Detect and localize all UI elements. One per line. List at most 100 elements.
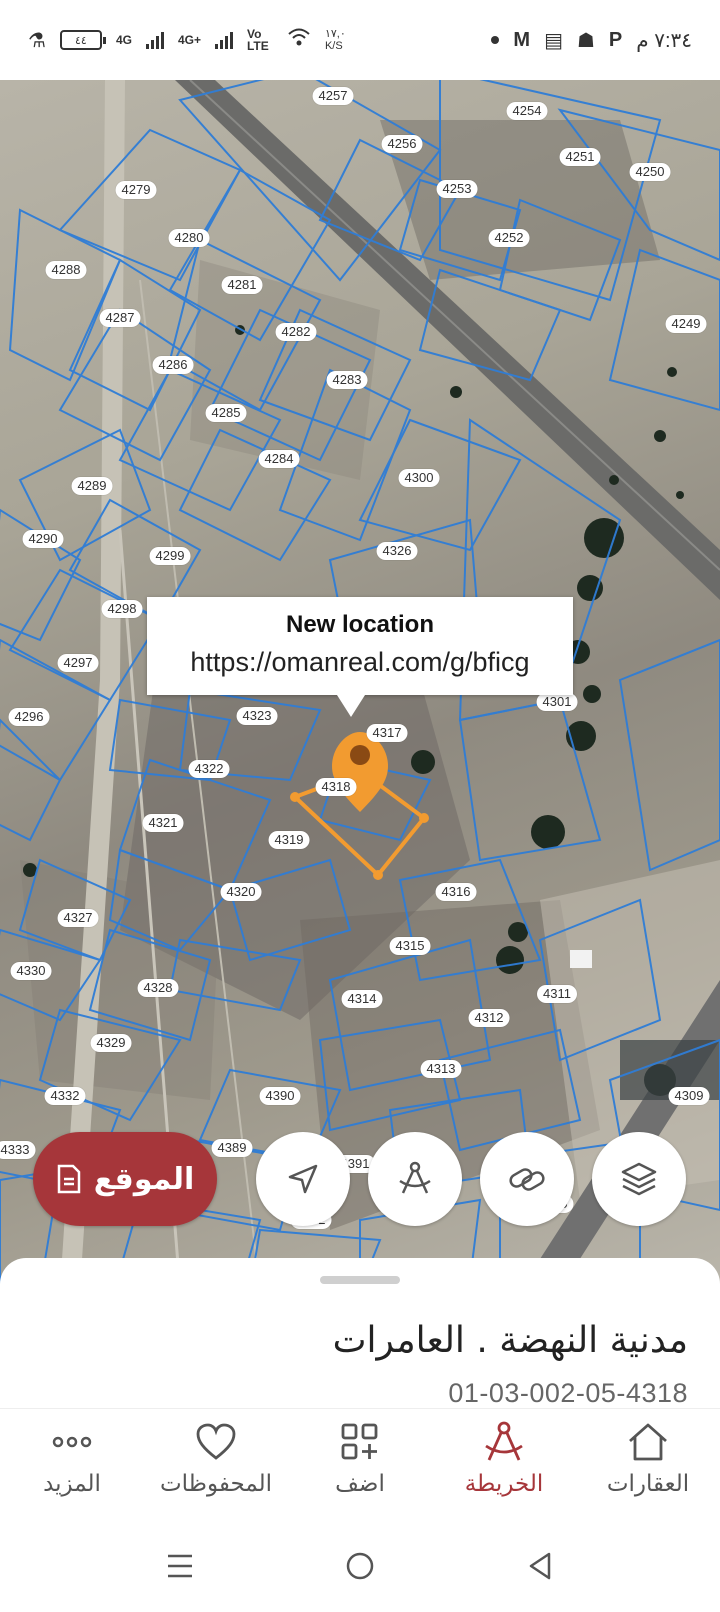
circle-home-icon — [346, 1552, 374, 1580]
parcel-label[interactable]: 4257 — [312, 87, 354, 105]
parcel-label[interactable]: 4251 — [559, 148, 601, 166]
measure-button[interactable] — [368, 1132, 462, 1226]
parcel-label[interactable]: 4285 — [205, 404, 247, 422]
parcel-label[interactable]: 4252 — [488, 229, 530, 247]
location-popup[interactable]: New location https://omanreal.com/g/bfic… — [147, 597, 573, 717]
parcel-label[interactable]: 4329 — [90, 1034, 132, 1052]
parcel-label[interactable]: 4333 — [0, 1141, 36, 1159]
heart-icon — [144, 1419, 288, 1465]
nav-label-add: اضف — [335, 1471, 385, 1497]
parcel-label[interactable]: 4332 — [44, 1087, 86, 1105]
parcel-label[interactable]: 4314 — [341, 990, 383, 1008]
parcel-label[interactable]: 4279 — [115, 181, 157, 199]
wifi-icon — [287, 27, 311, 53]
share-link-button[interactable] — [480, 1132, 574, 1226]
system-navigation-bar — [0, 1518, 720, 1612]
network-speed: ١٧,٠ K/S — [324, 28, 346, 52]
battery-icon: ٤٤ — [59, 30, 106, 50]
navigate-button[interactable] — [256, 1132, 350, 1226]
parcel-label[interactable]: 4315 — [389, 937, 431, 955]
nav-label-properties: العقارات — [606, 1471, 690, 1497]
parcel-label[interactable]: 4300 — [398, 469, 440, 487]
parcel-label[interactable]: 4316 — [435, 883, 477, 901]
map-view[interactable]: 4257 4254 4256 4251 4250 4253 4252 4279 4280 4288… — [0, 80, 720, 1290]
parcel-label[interactable]: 4283 — [326, 371, 368, 389]
add-grid-icon — [288, 1419, 432, 1465]
place-name: مدنية النهضة . العامرات — [332, 1320, 688, 1361]
nav-item-map[interactable]: الخريطة — [432, 1419, 576, 1497]
network-type-2: 4G+ — [177, 33, 201, 47]
parcel-label[interactable]: 4290 — [22, 530, 64, 548]
parcel-label[interactable]: 4390 — [259, 1087, 301, 1105]
clock: ٧:٣٤ م — [636, 29, 692, 52]
parcel-label[interactable]: 4299 — [149, 547, 191, 565]
parcel-label[interactable]: 4322 — [188, 760, 230, 778]
sheet-drag-handle[interactable] — [320, 1276, 400, 1284]
parcel-label[interactable]: 4298 — [101, 600, 143, 618]
parcel-label[interactable]: 4256 — [381, 135, 423, 153]
parcel-label[interactable]: 4284 — [258, 450, 300, 468]
nav-label-saved: المحفوظات — [159, 1471, 273, 1497]
nav-item-more[interactable]: المزيد — [0, 1419, 144, 1497]
parcel-label[interactable]: 4309 — [668, 1087, 710, 1105]
nav-label-map: الخريطة — [464, 1471, 544, 1497]
parcel-label[interactable]: 4296 — [8, 708, 50, 726]
parcel-label[interactable]: 4288 — [45, 261, 87, 279]
snapchat-icon: ☗ — [576, 29, 595, 52]
parcel-label[interactable]: 4254 — [506, 102, 548, 120]
parcel-label[interactable]: 4249 — [665, 315, 707, 333]
parcel-label[interactable]: 4287 — [99, 309, 141, 327]
parcel-label[interactable]: 4280 — [168, 229, 210, 247]
parcel-label[interactable]: 4250 — [629, 163, 671, 181]
layers-button[interactable] — [592, 1132, 686, 1226]
parcel-label[interactable]: 4313 — [420, 1060, 462, 1078]
document-icon — [57, 1164, 80, 1194]
measure-icon — [399, 1161, 431, 1194]
parcel-label[interactable]: 4297 — [57, 654, 99, 672]
popup-url[interactable]: https://omanreal.com/g/bficg — [147, 647, 573, 678]
parcel-label[interactable]: 4318 — [315, 778, 357, 796]
parcel-label[interactable]: 4326 — [376, 542, 418, 560]
parcel-label[interactable]: 4312 — [468, 1009, 510, 1027]
link-icon — [509, 1168, 545, 1191]
notification-dot-icon — [491, 36, 500, 44]
carrier-icon: P — [608, 28, 623, 51]
parcel-label[interactable]: 4330 — [10, 962, 52, 980]
layers-icon — [621, 1162, 657, 1196]
app-notification-icon: ▤ — [544, 29, 563, 52]
location-report-button[interactable]: الموقع — [33, 1132, 217, 1226]
parcel-label[interactable]: 4389 — [211, 1139, 253, 1157]
parcel-label[interactable]: 4317 — [366, 724, 408, 742]
parcel-label[interactable]: 4328 — [137, 979, 179, 997]
home-button[interactable] — [340, 1546, 380, 1586]
nav-item-saved[interactable]: المحفوظات — [144, 1419, 288, 1497]
back-button[interactable] — [520, 1546, 560, 1586]
recents-button[interactable] — [160, 1546, 200, 1586]
parcel-label[interactable]: 4281 — [221, 276, 263, 294]
parcel-label[interactable]: 4301 — [536, 693, 578, 711]
parcel-label[interactable]: 4323 — [236, 707, 278, 725]
parcel-label[interactable]: 4282 — [275, 323, 317, 341]
flask-icon: ⚗ — [28, 29, 46, 52]
parcel-info-sheet[interactable]: مدنية النهضة . العامرات 01-03-002-05-431… — [0, 1258, 720, 1412]
status-bar: ⚗ ٤٤ 4G 4G+ Vo LTE ١٧,٠ K/S M ▤ ☗ P ٧:٣٤… — [0, 0, 720, 80]
parcel-label[interactable]: 4319 — [268, 831, 310, 849]
parcel-label[interactable]: 4286 — [152, 356, 194, 374]
nav-item-add[interactable]: اضف — [288, 1419, 432, 1497]
volte-badge: Vo LTE — [246, 27, 269, 53]
signal-icon — [145, 31, 164, 49]
parcel-label[interactable]: 4311 — [537, 985, 577, 1003]
menu-lines-icon — [168, 1554, 192, 1578]
parcel-label[interactable]: 4327 — [57, 909, 99, 927]
signal-icon-2 — [214, 31, 233, 49]
location-button-label: الموقع — [93, 1161, 195, 1197]
gmail-icon: M — [513, 28, 531, 51]
parcel-label[interactable]: 4321 — [142, 814, 184, 832]
nav-item-properties[interactable]: العقارات — [576, 1419, 720, 1497]
nav-label-more: المزيد — [43, 1471, 101, 1497]
parcel-label[interactable]: 4289 — [71, 477, 113, 495]
parcel-label[interactable]: 4320 — [220, 883, 262, 901]
bottom-navigation: المزيد المحفوظات اضف الخريطة العقارات — [0, 1408, 720, 1518]
map-compass-icon — [432, 1419, 576, 1465]
parcel-label[interactable]: 4253 — [436, 180, 478, 198]
